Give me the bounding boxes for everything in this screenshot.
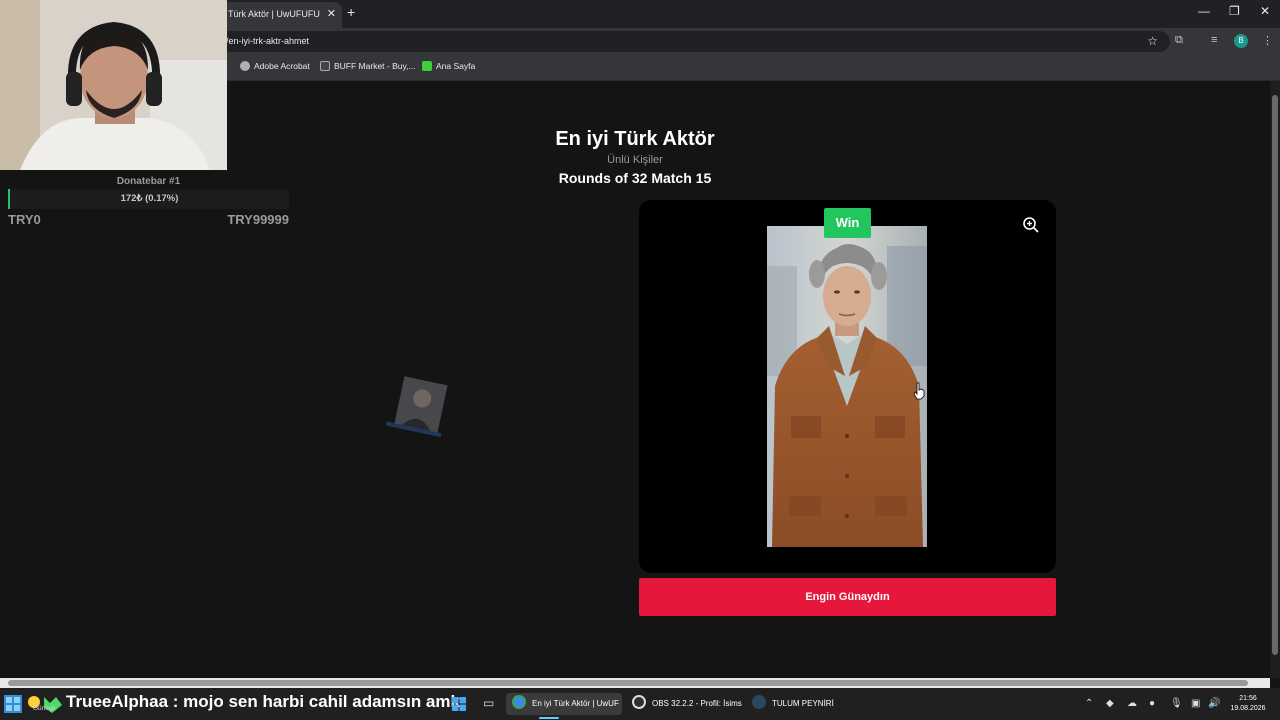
media-control-icon[interactable]: ≡ bbox=[1211, 34, 1217, 46]
steam-tray-icon[interactable]: ◆ bbox=[1106, 698, 1114, 709]
bookmark-item[interactable]: Adobe Acrobat bbox=[240, 61, 310, 71]
taskbar-chrome[interactable]: En iyi Türk Aktör | UwUF bbox=[506, 693, 622, 715]
menu-kebab-icon[interactable]: ⋮ bbox=[1262, 34, 1273, 47]
browser-tab-title: Türk Aktör | UwUFUFU bbox=[228, 9, 320, 19]
donatebar-progress-text: 172₺ (0.17%) bbox=[120, 193, 179, 204]
address-bar[interactable]: /en-iyi-trk-aktr-ahmet ☆ bbox=[190, 31, 1170, 52]
minimize-icon[interactable]: — bbox=[1198, 4, 1210, 18]
volume-icon[interactable]: 🔊 bbox=[1208, 698, 1220, 709]
chrome-icon bbox=[512, 695, 526, 709]
win-badge: Win bbox=[824, 208, 871, 238]
candidate-name-button[interactable]: Engin Günaydın bbox=[639, 578, 1056, 616]
hand-cursor-icon bbox=[913, 382, 925, 400]
donatebar-max: TRY99999 bbox=[227, 212, 289, 227]
app-tray-icon[interactable]: ● bbox=[1149, 698, 1155, 709]
browser-tab[interactable]: Türk Aktör | UwUFUFU ✕ bbox=[218, 2, 342, 28]
kick-icon bbox=[422, 61, 432, 71]
active-indicator bbox=[539, 717, 559, 719]
cloud-icon[interactable]: ☁ bbox=[1127, 698, 1137, 709]
task-view-icon[interactable]: ▭ bbox=[483, 696, 494, 710]
obs-icon bbox=[632, 695, 646, 709]
hscrollbar-thumb[interactable] bbox=[8, 680, 1248, 686]
zoom-in-icon[interactable] bbox=[1022, 216, 1040, 234]
donatebar-title: Donatebar #1 bbox=[116, 176, 181, 187]
buff-icon bbox=[320, 61, 330, 71]
microphone-icon[interactable]: 🎙 bbox=[1170, 698, 1183, 709]
windows-taskbar: Güneşli TrueeAlphaa : mojo sen harbi cah… bbox=[0, 688, 1280, 720]
chat-overlay-message: TrueeAlphaa : mojo sen harbi cahil adams… bbox=[66, 692, 460, 711]
weather-label: Güneşli bbox=[33, 705, 56, 712]
donatebar-min: TRY0 bbox=[8, 212, 41, 227]
profile-avatar[interactable]: B bbox=[1234, 34, 1248, 48]
taskbar-obs[interactable]: OBS 32.2.2 - Profil: İsims bbox=[626, 693, 742, 715]
close-window-icon[interactable]: ✕ bbox=[1260, 4, 1270, 18]
webcam-overlay bbox=[0, 0, 227, 170]
clock-time: 21:56 bbox=[1239, 695, 1257, 702]
candidate-photo[interactable] bbox=[767, 226, 927, 547]
bookmark-item[interactable]: Ana Sayfa bbox=[422, 61, 475, 71]
chevron-up-icon[interactable]: ⌃ bbox=[1085, 698, 1093, 709]
taskbar-steam[interactable]: TULUM PEYNİRİ bbox=[746, 693, 846, 715]
fading-candidate-image bbox=[386, 376, 448, 438]
vertical-scrollbar[interactable] bbox=[1270, 81, 1280, 678]
extensions-icon[interactable]: ⧉ bbox=[1175, 34, 1183, 47]
clock-date: 19.08.2026 bbox=[1230, 705, 1266, 712]
scrollbar-thumb[interactable] bbox=[1272, 95, 1278, 655]
address-url: /en-iyi-trk-aktr-ahmet bbox=[226, 36, 310, 46]
globe-icon bbox=[240, 61, 250, 71]
bookmark-item[interactable]: BUFF Market - Buy,... bbox=[320, 61, 416, 71]
taskbar-clock[interactable]: 21:56 19.08.2026 bbox=[1228, 694, 1268, 714]
horizontal-scrollbar[interactable] bbox=[0, 678, 1270, 688]
new-tab-button[interactable]: + bbox=[347, 4, 355, 20]
bookmark-star-icon[interactable]: ☆ bbox=[1147, 31, 1158, 52]
windows-start-icon[interactable] bbox=[452, 697, 466, 711]
restore-icon[interactable]: ❐ bbox=[1229, 4, 1240, 18]
close-tab-icon[interactable]: ✕ bbox=[327, 2, 336, 26]
steam-icon bbox=[752, 695, 766, 709]
donatebar-progress: 172₺ (0.17%) bbox=[8, 189, 289, 209]
network-icon[interactable]: ▣ bbox=[1191, 698, 1200, 709]
